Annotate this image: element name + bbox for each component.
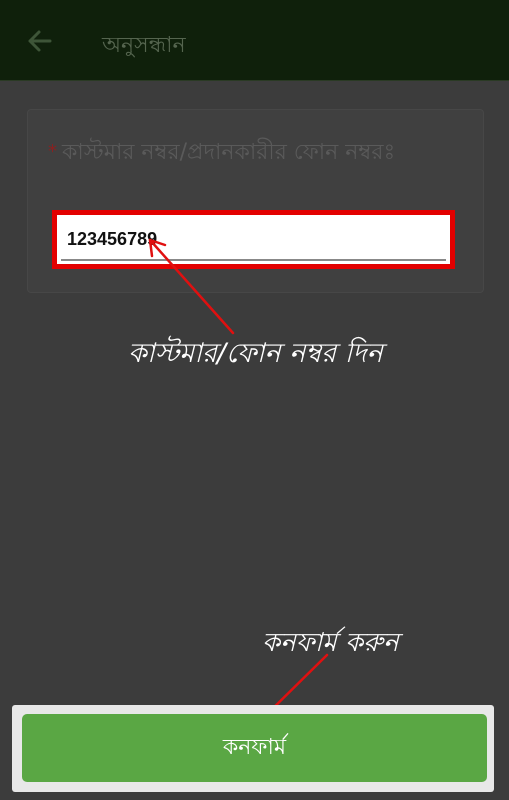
customer-number-input[interactable]: 123456789 (52, 210, 455, 269)
arrow-left-icon[interactable] (24, 26, 54, 56)
customer-number-value[interactable]: 123456789 (67, 229, 157, 250)
required-mark: * (48, 141, 57, 162)
confirm-button[interactable]: কনফার্ম (22, 714, 487, 782)
app-bar: অনুসন্ধান (0, 0, 509, 81)
page-title: অনুসন্ধান (102, 33, 186, 58)
customer-number-label: কাস্টমার নম্বর/প্রদানকারীর ফোন নম্বরঃ (62, 140, 396, 165)
confirm-annotation: কনফার্ম করুন (262, 628, 399, 658)
enter-number-annotation: কাস্টমার/ফোন নম্বর দিন (128, 338, 383, 369)
input-underline (61, 259, 446, 261)
